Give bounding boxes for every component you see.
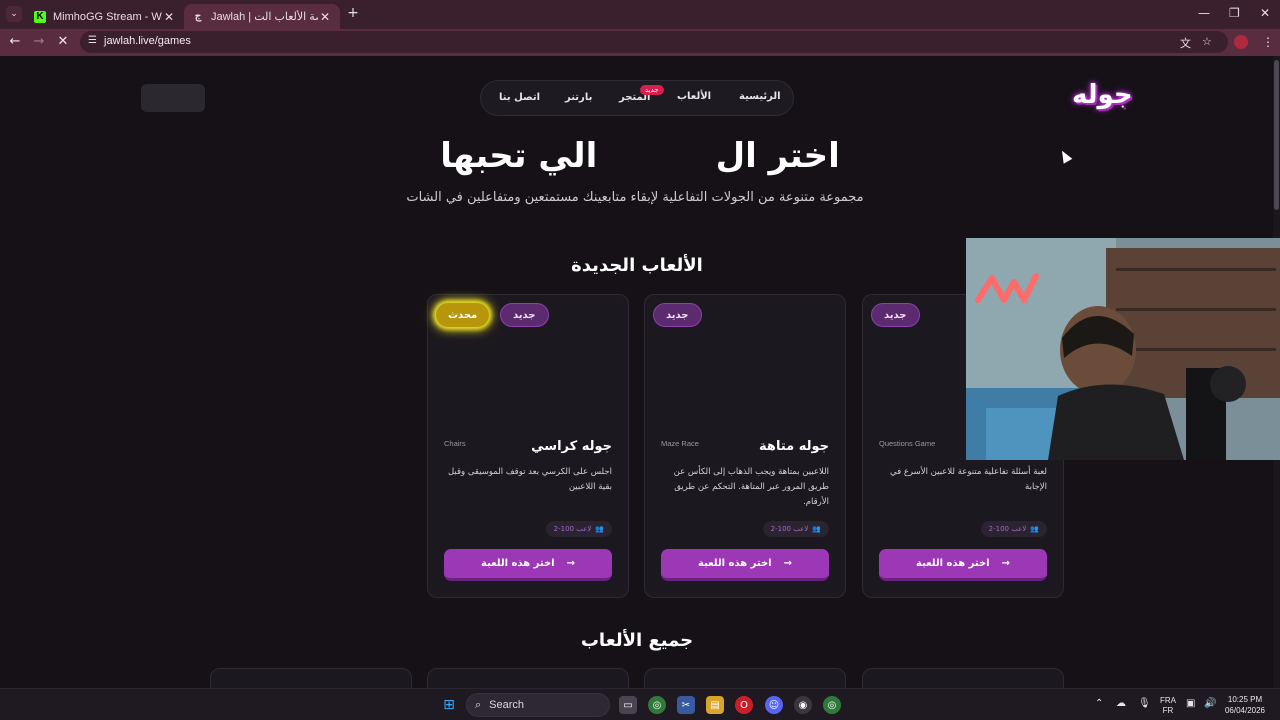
cloud-icon[interactable]: ☁ bbox=[1116, 698, 1126, 709]
card-title: جوله متاهة bbox=[759, 439, 829, 454]
player-count: 2-100 لاعب 👥 bbox=[545, 521, 612, 537]
new-games-heading: الألعاب الجديدة bbox=[571, 255, 703, 276]
tab-title: Jawlah | جوله - منصة الألعاب الت bbox=[211, 11, 318, 23]
site-settings-icon[interactable]: ☰ bbox=[88, 35, 97, 46]
obs-icon[interactable]: ◉ bbox=[794, 696, 812, 714]
button-label: اختر هذه اللعبة bbox=[481, 558, 555, 569]
card-description: اجلس على الكرسي بعد توقف الموسيقى وقبل ب… bbox=[447, 467, 612, 492]
chrome-icon[interactable]: ◎ bbox=[648, 696, 666, 714]
new-tab-button[interactable]: + bbox=[346, 5, 360, 21]
close-icon[interactable]: ✕ bbox=[162, 10, 176, 24]
windows-start-icon[interactable]: ⊞ bbox=[440, 696, 458, 714]
game-card-partial bbox=[862, 668, 1064, 688]
profile-avatar[interactable] bbox=[1234, 35, 1248, 49]
browser-tab-strip: ⌄ K MimhoGG Stream - Watch Live ✕ ﺝ Jawl… bbox=[0, 0, 1280, 29]
minimize-button[interactable]: — bbox=[1198, 6, 1210, 20]
nav-games[interactable]: الألعاب bbox=[677, 91, 711, 102]
card-tag: Maze Race bbox=[661, 439, 699, 448]
discord-icon[interactable]: ☺ bbox=[765, 696, 783, 714]
new-badge: جديد bbox=[653, 303, 702, 327]
users-icon: 👥 bbox=[812, 525, 821, 533]
game-card-partial bbox=[210, 668, 412, 688]
kick-logo-icon: K bbox=[34, 10, 46, 23]
button-label: اختر هذه اللعبة bbox=[698, 558, 772, 569]
jawlah-logo-icon: ﺝ bbox=[194, 11, 202, 22]
network-icon[interactable]: ▣ bbox=[1186, 698, 1195, 709]
card-title: جوله كراسي bbox=[531, 439, 612, 454]
choose-game-button[interactable]: اختر هذه اللعبة → bbox=[661, 549, 829, 581]
opera-icon[interactable]: O bbox=[735, 696, 753, 714]
all-games-heading: جميع الألعاب bbox=[580, 630, 694, 651]
forward-button[interactable]: → bbox=[31, 34, 47, 49]
tab-jawlah[interactable]: ﺝ Jawlah | جوله - منصة الألعاب الت ✕ bbox=[184, 4, 340, 29]
tab-search-dropdown[interactable]: ⌄ bbox=[6, 6, 22, 22]
game-card-partial bbox=[427, 668, 629, 688]
stop-loading-button[interactable]: ✕ bbox=[55, 34, 71, 49]
new-badge: جديد bbox=[871, 303, 920, 327]
game-card-partial bbox=[644, 668, 846, 688]
card-tag: Chairs bbox=[444, 439, 466, 448]
player-count-text: 2-100 لاعب bbox=[988, 525, 1027, 533]
close-icon[interactable]: ✕ bbox=[318, 10, 332, 24]
close-window-button[interactable]: ✕ bbox=[1260, 6, 1270, 20]
nav-contact[interactable]: اتصل بنا bbox=[499, 92, 540, 103]
player-count-text: 2-100 لاعب bbox=[553, 525, 592, 533]
new-badge: جديد bbox=[500, 303, 549, 327]
game-card-chairs: محدث جديد جوله كراسي Chairs اجلس على الك… bbox=[427, 294, 629, 598]
address-bar[interactable]: ☰ jawlah.live/games 文 ☆ bbox=[80, 31, 1228, 53]
tab-mimhogg-stream[interactable]: K MimhoGG Stream - Watch Live ✕ bbox=[26, 4, 184, 29]
choose-game-button[interactable]: اختر هذه اللعبة → bbox=[444, 549, 612, 581]
arrow-right-icon: → bbox=[1001, 558, 1010, 569]
file-explorer-icon[interactable]: ▤ bbox=[706, 696, 724, 714]
mouse-cursor-icon bbox=[1057, 148, 1073, 164]
users-icon: 👥 bbox=[1030, 525, 1039, 533]
language-code[interactable]: FRA bbox=[1158, 696, 1178, 705]
player-count-text: 2-100 لاعب bbox=[770, 525, 809, 533]
translate-icon[interactable]: 文 bbox=[1180, 35, 1191, 51]
task-view-icon[interactable]: ▭ bbox=[619, 696, 637, 714]
volume-icon[interactable]: 🔊 bbox=[1204, 698, 1216, 709]
url-text: jawlah.live/games bbox=[104, 35, 191, 47]
hero-subtitle: مجموعة متنوعة من الجولات التفاعلية لإبقا… bbox=[406, 190, 864, 205]
snipping-tool-icon[interactable]: ✂ bbox=[677, 696, 695, 714]
card-tag: Questions Game bbox=[879, 439, 936, 448]
site-logo[interactable]: جوله bbox=[1072, 80, 1133, 110]
arrow-right-icon: → bbox=[566, 558, 575, 569]
arrow-right-icon: → bbox=[783, 558, 792, 569]
card-description: لعبة أسئلة تفاعلية متنوعة للاعبين الأسرع… bbox=[890, 467, 1047, 492]
player-count: 2-100 لاعب 👥 bbox=[762, 521, 829, 537]
back-button[interactable]: ← bbox=[7, 34, 23, 49]
keyboard-layout[interactable]: FR bbox=[1158, 706, 1178, 715]
users-icon: 👥 bbox=[595, 525, 604, 533]
clock-time[interactable]: 10:25 PM bbox=[1222, 695, 1268, 704]
game-card-maze: جديد جوله متاهة Maze Race اللاعبين بمتاه… bbox=[644, 294, 846, 598]
button-label: اختر هذه اللعبة bbox=[916, 558, 990, 569]
microphone-icon[interactable]: 🎙 bbox=[1138, 698, 1151, 709]
chrome-profile-icon[interactable]: ◎ bbox=[823, 696, 841, 714]
login-button-placeholder[interactable] bbox=[141, 84, 205, 112]
search-placeholder: Search bbox=[489, 699, 525, 711]
windows-taskbar: ⊞ ⌕ Search ▭ ◎ ✂ ▤ O ☺ ◉ ◎ ⌃ ☁ 🎙 FRA FR … bbox=[0, 688, 1280, 720]
taskbar-search[interactable]: ⌕ Search bbox=[466, 693, 610, 717]
store-new-badge: جديد bbox=[640, 85, 664, 95]
tab-title: MimhoGG Stream - Watch Live bbox=[53, 10, 162, 23]
browser-toolbar: ← → ✕ ☰ jawlah.live/games 文 ☆ ⋮ bbox=[0, 29, 1280, 56]
nav-home[interactable]: الرئيسية bbox=[739, 91, 781, 102]
choose-game-button[interactable]: اختر هذه اللعبة → bbox=[879, 549, 1047, 581]
nav-partner[interactable]: بارتنر bbox=[565, 92, 592, 103]
clock-date[interactable]: 06/04/2026 bbox=[1222, 706, 1268, 715]
chevron-up-icon[interactable]: ⌃ bbox=[1095, 698, 1103, 709]
streamer-webcam-overlay bbox=[966, 238, 1280, 460]
search-icon: ⌕ bbox=[475, 698, 482, 711]
card-description: اللاعبين بمتاهة ويجب الذهاب إلى الكأس عن… bbox=[673, 467, 829, 507]
updated-badge: محدث bbox=[436, 303, 490, 327]
bookmark-star-icon[interactable]: ☆ bbox=[1202, 35, 1212, 48]
browser-menu-icon[interactable]: ⋮ bbox=[1262, 35, 1274, 49]
player-count: 2-100 لاعب 👥 bbox=[980, 521, 1047, 537]
hero-title: اختر ال الي تحبها bbox=[440, 136, 840, 176]
restore-button[interactable]: ❐ bbox=[1229, 6, 1240, 20]
